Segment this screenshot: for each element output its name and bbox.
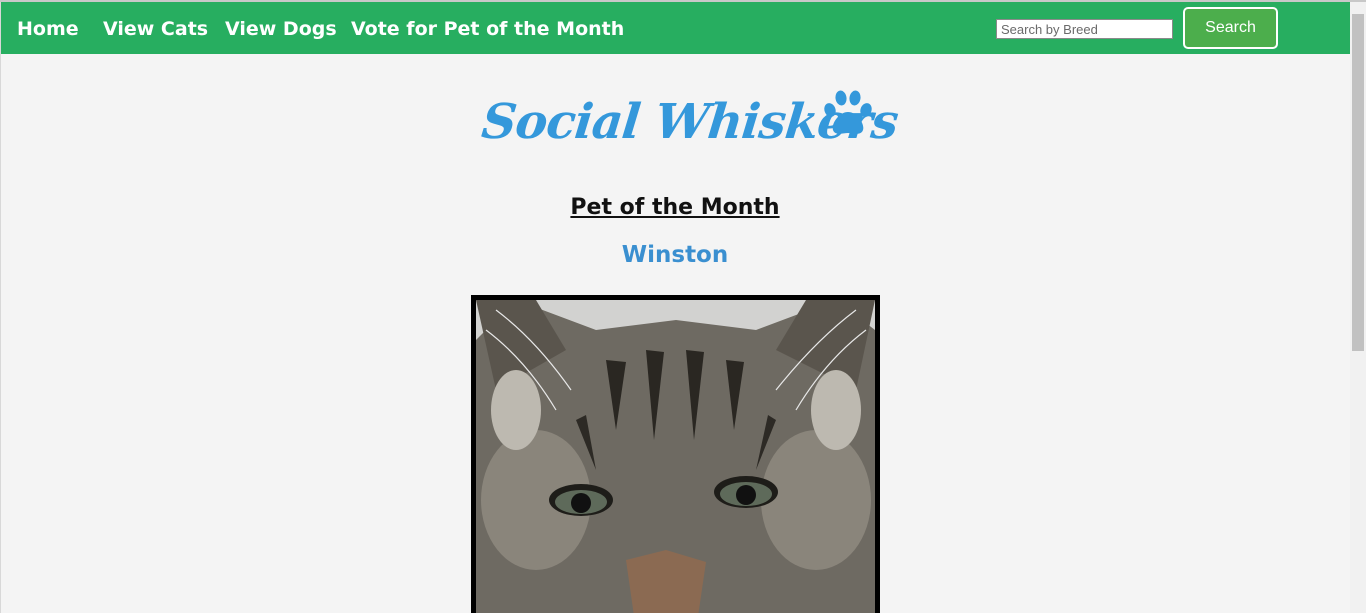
paw-icon bbox=[824, 90, 872, 134]
nav-home-link[interactable]: Home bbox=[17, 17, 79, 41]
nav-vote-pet-of-month-link[interactable]: Vote for Pet of the Month bbox=[351, 17, 624, 41]
window-left-border bbox=[0, 2, 1, 613]
breed-search-input[interactable] bbox=[996, 19, 1173, 39]
nav-view-dogs-link[interactable]: View Dogs bbox=[225, 17, 337, 41]
cat-face-illustration bbox=[476, 300, 875, 613]
top-navbar: Home View Cats View Dogs Vote for Pet of… bbox=[1, 2, 1350, 54]
scrollbar-thumb[interactable] bbox=[1352, 14, 1364, 351]
vertical-scrollbar[interactable] bbox=[1350, 2, 1366, 613]
section-title: Pet of the Month bbox=[570, 195, 780, 220]
search-button[interactable]: Search bbox=[1183, 7, 1278, 49]
tabby-cat-photo bbox=[476, 300, 875, 613]
pet-photo-frame bbox=[471, 295, 880, 613]
pet-name: Winston bbox=[621, 242, 729, 268]
nav-view-cats-link[interactable]: View Cats bbox=[103, 17, 208, 41]
